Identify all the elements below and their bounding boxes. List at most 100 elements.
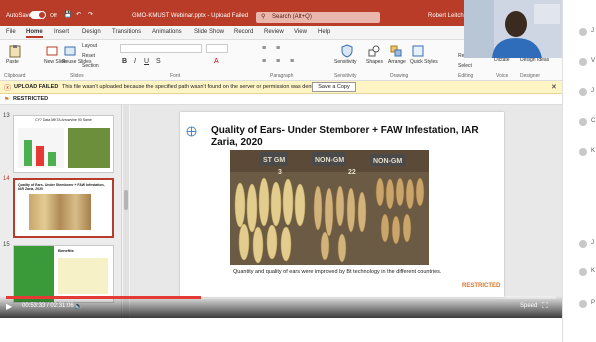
error-icon: ⓧ: [4, 85, 11, 92]
play-icon[interactable]: ▶: [6, 302, 12, 311]
avatar: [579, 268, 587, 276]
toggle-state: Off: [50, 13, 57, 19]
select-button[interactable]: Select: [458, 63, 472, 69]
upload-failed-bar: ⓧ UPLOAD FAILED This file wasn't uploade…: [0, 81, 562, 94]
slide-thumbnail-13[interactable]: CY7 Data MKTA Arrowvine 90 Same: [13, 115, 114, 173]
thumb-number: 13: [3, 113, 10, 119]
paste-icon[interactable]: [8, 44, 22, 58]
sensitivity-icon[interactable]: [340, 44, 354, 58]
chat-initial: K: [591, 268, 596, 274]
sensitivity-strip: ⚑ RESTRICTED: [0, 94, 562, 105]
thumb-photo: [68, 128, 110, 168]
menu-home[interactable]: Home: [26, 29, 43, 38]
save-a-copy-button[interactable]: Save a Copy: [312, 82, 356, 92]
avatar: [579, 58, 587, 66]
thumb-green-panel: [14, 246, 54, 302]
chat-initial: J: [591, 240, 594, 246]
photo-label: NON-GM: [373, 158, 402, 165]
chat-initial: P: [591, 300, 596, 306]
close-icon[interactable]: ✕: [551, 83, 557, 91]
arrange-button[interactable]: Arrange: [388, 59, 406, 65]
reset-button[interactable]: Reset: [82, 53, 95, 59]
strikethrough-button[interactable]: S: [156, 58, 161, 65]
group-designer: Designer: [520, 73, 541, 79]
scrollbar-thumb[interactable]: [124, 190, 128, 210]
font-name-field[interactable]: [120, 44, 202, 53]
slide-thumbnail-14[interactable]: Quality of Ears- Under Stemborer + FAW I…: [13, 178, 114, 238]
chat-initial: V: [591, 58, 596, 64]
menu-review[interactable]: Review: [264, 29, 284, 35]
tag-icon: ⚑: [4, 97, 10, 103]
layout-button[interactable]: Layout: [82, 43, 97, 49]
photo-label: 22: [348, 169, 356, 176]
search-input[interactable]: ⚲ Search (Alt+Q): [256, 12, 380, 23]
presenter-webcam: [464, 0, 562, 58]
chat-initial: J: [591, 88, 594, 94]
user-name: Robert Leitch: [428, 13, 464, 19]
thumb-table: [58, 258, 108, 294]
menu-file[interactable]: File: [6, 29, 16, 35]
slide-thumbnail-15[interactable]: Benefits: [13, 245, 114, 303]
undo-icon[interactable]: ↶: [76, 11, 81, 18]
thumbnail-scrollbar[interactable]: [123, 105, 129, 318]
upload-failed-label: UPLOAD FAILED: [14, 84, 59, 90]
menu-record[interactable]: Record: [234, 29, 253, 35]
menu-design[interactable]: Design: [82, 29, 101, 35]
fullscreen-icon[interactable]: ⛶: [542, 301, 548, 311]
slide-thumbnail-pane: 13 CY7 Data MKTA Arrowvine 90 Same 14 Qu…: [0, 105, 122, 318]
font-color-button[interactable]: A: [214, 58, 219, 65]
section-button[interactable]: Section: [82, 63, 99, 69]
shapes-icon[interactable]: [368, 45, 380, 57]
speed-button[interactable]: Speed: [520, 303, 537, 309]
menu-help[interactable]: Help: [318, 29, 330, 35]
quick-styles-icon[interactable]: [412, 45, 424, 57]
group-drawing: Drawing: [390, 73, 409, 79]
volume-icon[interactable]: 🔈: [74, 302, 83, 310]
new-slide-icon[interactable]: [46, 45, 58, 57]
align-left-icon[interactable]: ≡: [262, 58, 266, 65]
italic-button[interactable]: I: [134, 58, 136, 65]
menu-animations[interactable]: Animations: [152, 29, 182, 35]
chat-sidebar: J V J C K J K P: [562, 0, 596, 342]
menu-transitions[interactable]: Transitions: [112, 29, 141, 35]
time-display: 00:53:33 / 02:31:06: [22, 303, 74, 309]
avatar: [579, 118, 587, 126]
chat-initial: J: [591, 28, 594, 34]
menu-insert[interactable]: Insert: [54, 29, 69, 35]
sensitivity-button[interactable]: Sensitivity: [334, 59, 357, 65]
bullets-icon[interactable]: ≡: [262, 45, 266, 52]
underline-button[interactable]: U: [144, 58, 149, 65]
arrange-icon[interactable]: [390, 45, 402, 57]
thumb-photo: [29, 194, 91, 230]
menu-slide-show[interactable]: Slide Show: [194, 29, 224, 35]
numbering-icon[interactable]: ≡: [276, 45, 280, 52]
thumb-title: Benefits: [58, 248, 74, 253]
ear-photo: ST GM NON-GM NON-GM 3 22: [230, 150, 429, 265]
slide-caption: Quantity and quality of ears were improv…: [233, 269, 442, 275]
group-font: Font: [170, 73, 181, 79]
align-center-icon[interactable]: ≡: [276, 58, 280, 65]
group-voice: Voice: [496, 73, 509, 79]
reuse-slides-icon[interactable]: [64, 45, 76, 57]
save-icon[interactable]: 💾: [64, 11, 71, 18]
thumb-title: CY7 Data MKTA Arrowvine 90 Same: [35, 118, 92, 122]
autosave-toggle[interactable]: [30, 11, 46, 19]
quick-styles-button[interactable]: Quick Styles: [410, 59, 438, 65]
font-size-field[interactable]: [206, 44, 228, 53]
photo-label: NON-GM: [315, 157, 344, 164]
paste-button[interactable]: Paste: [6, 59, 19, 65]
thumb-number: 15: [3, 242, 10, 248]
group-paragraph: Paragraph: [270, 73, 294, 79]
align-right-icon[interactable]: ≡: [290, 58, 294, 65]
autosave-label: AutoSave: [6, 13, 33, 19]
bold-button[interactable]: B: [122, 58, 127, 65]
redo-icon[interactable]: ↷: [88, 11, 93, 18]
avatar: [579, 240, 587, 248]
search-placeholder: Search (Alt+Q): [272, 14, 312, 20]
thumb-chart: [18, 128, 64, 168]
shapes-button[interactable]: Shapes: [366, 59, 383, 65]
photo-label: 3: [278, 169, 282, 176]
photo-label: ST GM: [263, 157, 285, 164]
thumb-number: 14: [3, 176, 10, 182]
menu-view[interactable]: View: [294, 29, 307, 35]
